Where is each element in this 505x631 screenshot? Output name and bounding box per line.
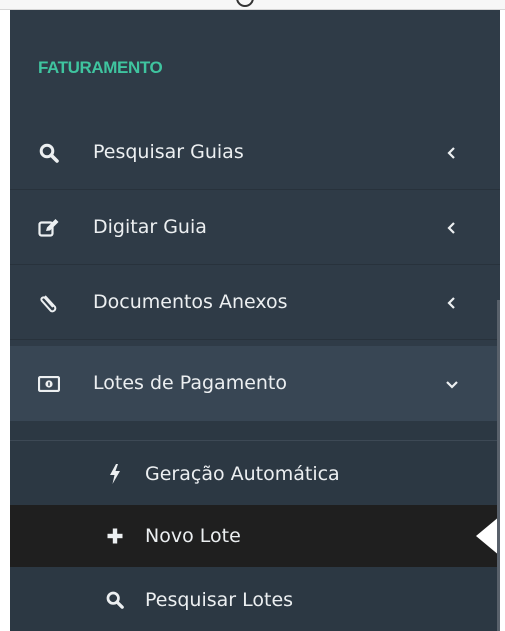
search-icon [105, 569, 125, 631]
chevron-left-icon [444, 115, 460, 190]
submenu-divider [10, 440, 500, 441]
sidebar-item-documentos-anexos[interactable]: Documentos Anexos [10, 265, 500, 340]
sidebar-item-label: Digitar Guia [93, 216, 207, 238]
submenu-item-novo-lote[interactable]: Novo Lote [10, 505, 500, 567]
submenu-item-geracao-automatica[interactable]: Geração Automática [10, 443, 500, 505]
top-bar [0, 0, 505, 10]
submenu-item-label: Novo Lote [145, 525, 241, 547]
sidebar-item-pesquisar-guias[interactable]: Pesquisar Guias [10, 115, 500, 190]
sidebar-item-label: Documentos Anexos [93, 291, 288, 313]
chevron-left-icon [444, 265, 460, 340]
money-icon [38, 346, 60, 421]
sidebar-item-label: Pesquisar Guias [93, 141, 244, 163]
submenu-item-label: Pesquisar Lotes [145, 589, 294, 611]
sidebar-item-lotes-de-pagamento[interactable]: Lotes de Pagamento [10, 346, 500, 421]
bolt-icon [105, 443, 125, 505]
paperclip-icon [38, 265, 60, 340]
section-title: FATURAMENTO [38, 58, 163, 77]
submenu-item-label: Geração Automática [145, 463, 340, 485]
submenu-item-pesquisar-lotes[interactable]: Pesquisar Lotes [10, 569, 500, 631]
sidebar-item-label: Lotes de Pagamento [93, 372, 288, 394]
plus-icon [105, 505, 125, 567]
sidebar-item-digitar-guia[interactable]: Digitar Guia [10, 190, 500, 265]
scrollbar[interactable] [497, 300, 500, 631]
chevron-left-icon [444, 190, 460, 265]
chevron-down-icon [444, 346, 460, 421]
sidebar: FATURAMENTO Pesquisar Guias Digitar Guia… [10, 10, 500, 631]
edit-icon [38, 190, 60, 265]
screen: FATURAMENTO Pesquisar Guias Digitar Guia… [0, 0, 505, 631]
user-icon[interactable] [236, 0, 254, 7]
search-icon [38, 115, 60, 190]
